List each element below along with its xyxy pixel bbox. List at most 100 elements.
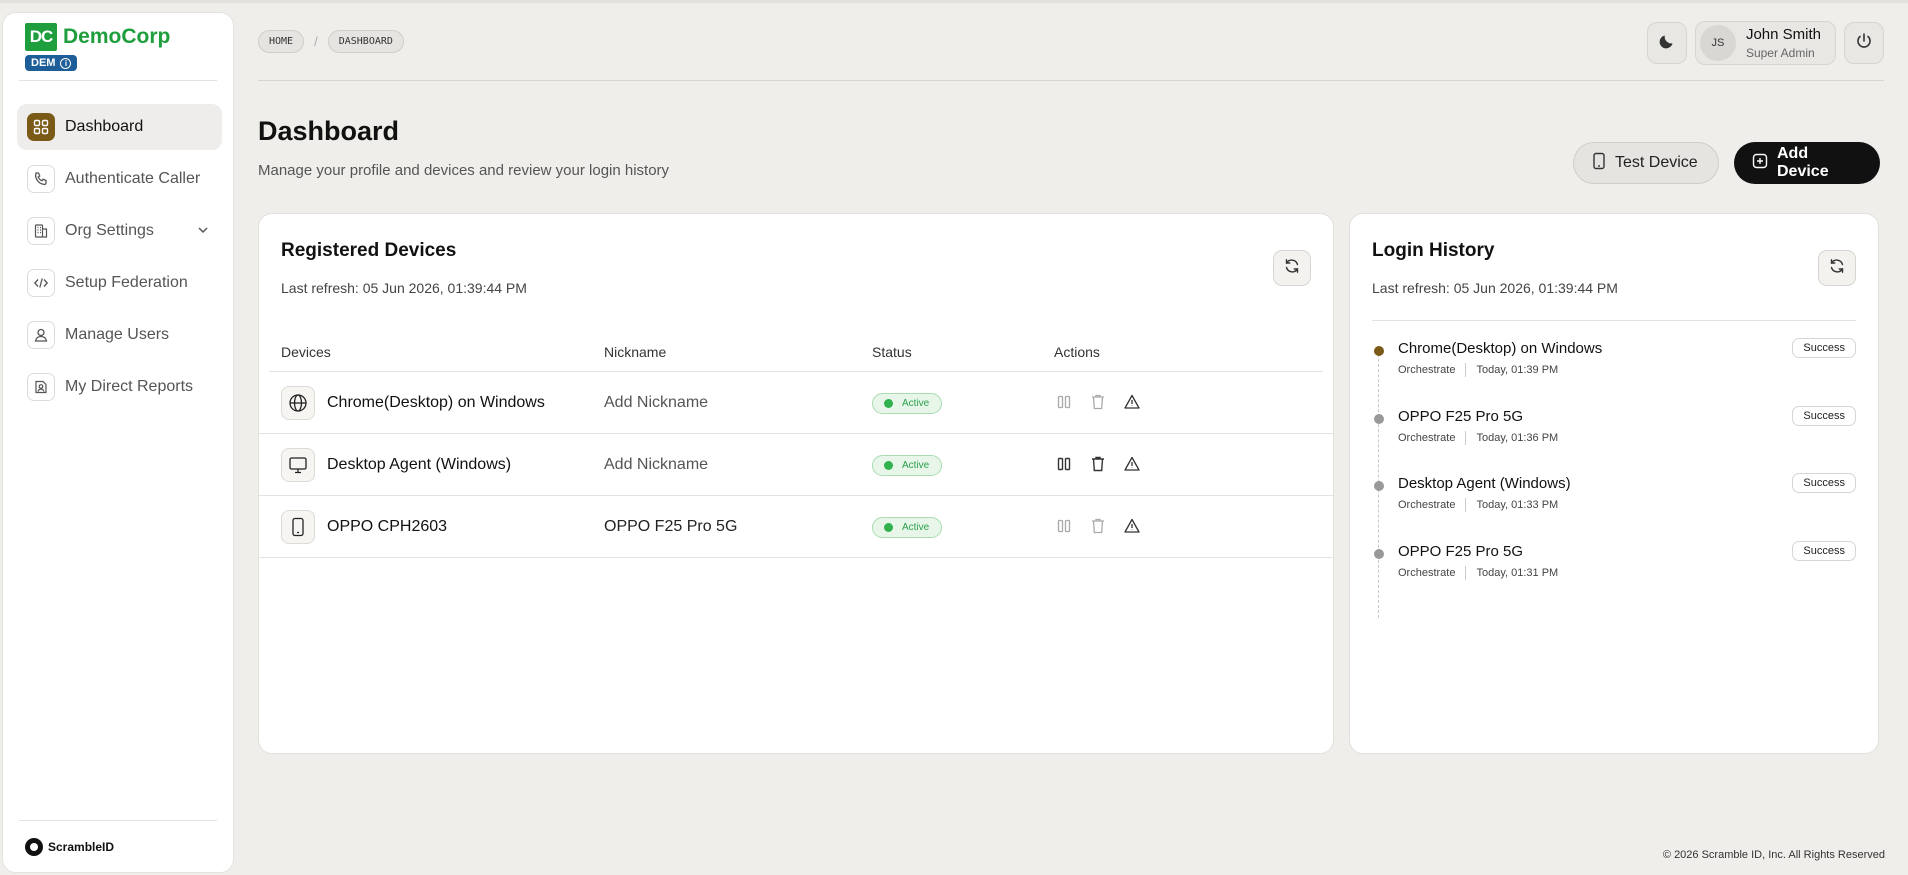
org-tag-badge[interactable]: DEM i [25,55,78,71]
user-name: John Smith [1745,26,1821,43]
devices-title: Registered Devices [281,240,457,261]
moon-icon [1658,32,1676,55]
list-item[interactable]: Desktop Agent (Windows) Orchestrate Today… [1372,473,1856,533]
history-app: Orchestrate [1398,432,1456,444]
breadcrumb-separator: / [314,34,318,49]
add-device-button[interactable]: Add Device [1734,142,1880,184]
pause-icon[interactable] [1054,392,1074,412]
status-dot-icon [884,461,893,470]
status-dot-icon [884,399,893,408]
add-nickname-link[interactable]: Add Nickname [604,394,708,412]
history-meta: Orchestrate Today, 01:36 PM [1398,431,1558,445]
page-title: Dashboard [258,116,400,146]
history-time: Today, 01:33 PM [1476,499,1559,511]
warning-icon[interactable] [1122,392,1142,412]
code-icon [27,269,55,297]
history-device: Desktop Agent (Windows) [1398,475,1571,492]
history-app: Orchestrate [1398,364,1456,376]
add-nickname-link[interactable]: Add Nickname [604,456,708,474]
status-badge: Active [872,517,942,538]
refresh-icon [1283,257,1301,280]
history-device: OPPO F25 Pro 5G [1398,408,1524,425]
timeline-dot-icon [1374,414,1384,424]
trash-icon[interactable] [1088,392,1108,412]
status-badge: Success [1792,406,1856,426]
sidebar: DC DemoCorp DEM i Dashboard Authenticate… [2,12,234,873]
timeline-dot-icon [1374,549,1384,559]
row-actions [1054,516,1142,536]
sidebar-item-label: Dashboard [65,118,144,135]
status-label: Active [902,398,930,409]
history-meta: Orchestrate Today, 01:31 PM [1398,566,1558,580]
history-last-refresh: Last refresh: 05 Jun 2026, 01:39:44 PM [1372,280,1618,296]
table-row[interactable]: Chrome(Desktop) on Windows Add Nickname … [259,372,1333,434]
history-meta: Orchestrate Today, 01:33 PM [1398,498,1558,512]
pause-icon[interactable] [1054,454,1074,474]
logout-button[interactable] [1844,22,1884,64]
warning-icon[interactable] [1122,454,1142,474]
sidebar-item-label: My Direct Reports [65,378,194,395]
history-meta: Orchestrate Today, 01:39 PM [1398,363,1558,377]
info-icon[interactable]: i [60,57,72,69]
topbar-actions: JS John Smith Super Admin [1646,21,1884,65]
sidebar-item-my-direct-reports[interactable]: My Direct Reports [17,364,222,410]
list-item[interactable]: OPPO F25 Pro 5G Orchestrate Today, 01:36 … [1372,406,1856,466]
power-icon [1854,31,1874,56]
column-header-nickname: Nickname [604,344,667,360]
devices-refresh-button[interactable] [1273,250,1311,286]
breadcrumb-home[interactable]: HOME [258,30,305,53]
add-device-label: Add Device [1777,145,1829,180]
warning-icon[interactable] [1122,516,1142,536]
trash-icon[interactable] [1088,516,1108,536]
theme-toggle-button[interactable] [1646,22,1687,64]
row-actions [1054,392,1142,412]
sidebar-item-authenticate-caller[interactable]: Authenticate Caller [17,156,222,202]
timeline-dot-icon [1374,346,1384,356]
sidebar-item-label: Authenticate Caller [65,170,201,187]
grid-icon [27,113,55,141]
device-name: Chrome(Desktop) on Windows [327,394,545,411]
device-nickname[interactable]: OPPO F25 Pro 5G [604,518,737,536]
chevron-down-icon[interactable] [196,223,210,242]
devices-last-refresh: Last refresh: 05 Jun 2026, 01:39:44 PM [281,280,527,296]
sidebar-divider [19,80,217,81]
timeline-dot-icon [1374,481,1384,491]
pause-icon[interactable] [1054,516,1074,536]
list-item[interactable]: Chrome(Desktop) on Windows Orchestrate To… [1372,338,1856,398]
sidebar-item-manage-users[interactable]: Manage Users [17,312,222,358]
brand[interactable]: DC DemoCorp DEM i [25,23,170,71]
trash-icon[interactable] [1088,454,1108,474]
user-role: Super Admin [1745,46,1815,60]
history-refresh-button[interactable] [1818,250,1856,286]
phone-device-icon [1592,152,1606,175]
table-row[interactable]: OPPO CPH2603 OPPO F25 Pro 5G Active [259,496,1333,558]
brand-logo: DC [25,23,57,51]
sidebar-item-dashboard[interactable]: Dashboard [17,104,222,150]
sidebar-item-setup-federation[interactable]: Setup Federation [17,260,222,306]
device-name: OPPO CPH2603 [327,518,448,535]
device-name: Desktop Agent (Windows) [327,456,512,473]
table-row[interactable]: Desktop Agent (Windows) Add Nickname Act… [259,434,1333,496]
login-history-card: Login History Last refresh: 05 Jun 2026,… [1349,213,1879,754]
scrambleid-logo: ScrambleID [25,838,114,856]
list-item[interactable]: OPPO F25 Pro 5G Orchestrate Today, 01:31 … [1372,541,1856,601]
status-badge: Success [1792,541,1856,561]
reports-icon [27,373,55,401]
phone-icon [27,165,55,193]
sidebar-divider [19,820,217,821]
phone-device-icon [281,510,315,544]
status-badge: Active [872,393,942,414]
status-badge: Success [1792,473,1856,493]
user-menu[interactable]: JS John Smith Super Admin [1694,21,1836,65]
history-time: Today, 01:39 PM [1476,364,1559,376]
history-title: Login History [1372,240,1495,261]
window-top-edge [0,0,1908,3]
breadcrumb-dashboard[interactable]: DASHBOARD [327,30,404,53]
column-header-actions: Actions [1054,344,1100,360]
sidebar-item-org-settings[interactable]: Org Settings [17,208,222,254]
devices-table-header: Devices Nickname Status Actions [269,332,1323,372]
history-device: OPPO F25 Pro 5G [1398,543,1524,560]
row-actions [1054,454,1142,474]
scrambleid-mark-icon [25,838,43,856]
test-device-button[interactable]: Test Device [1573,142,1719,184]
